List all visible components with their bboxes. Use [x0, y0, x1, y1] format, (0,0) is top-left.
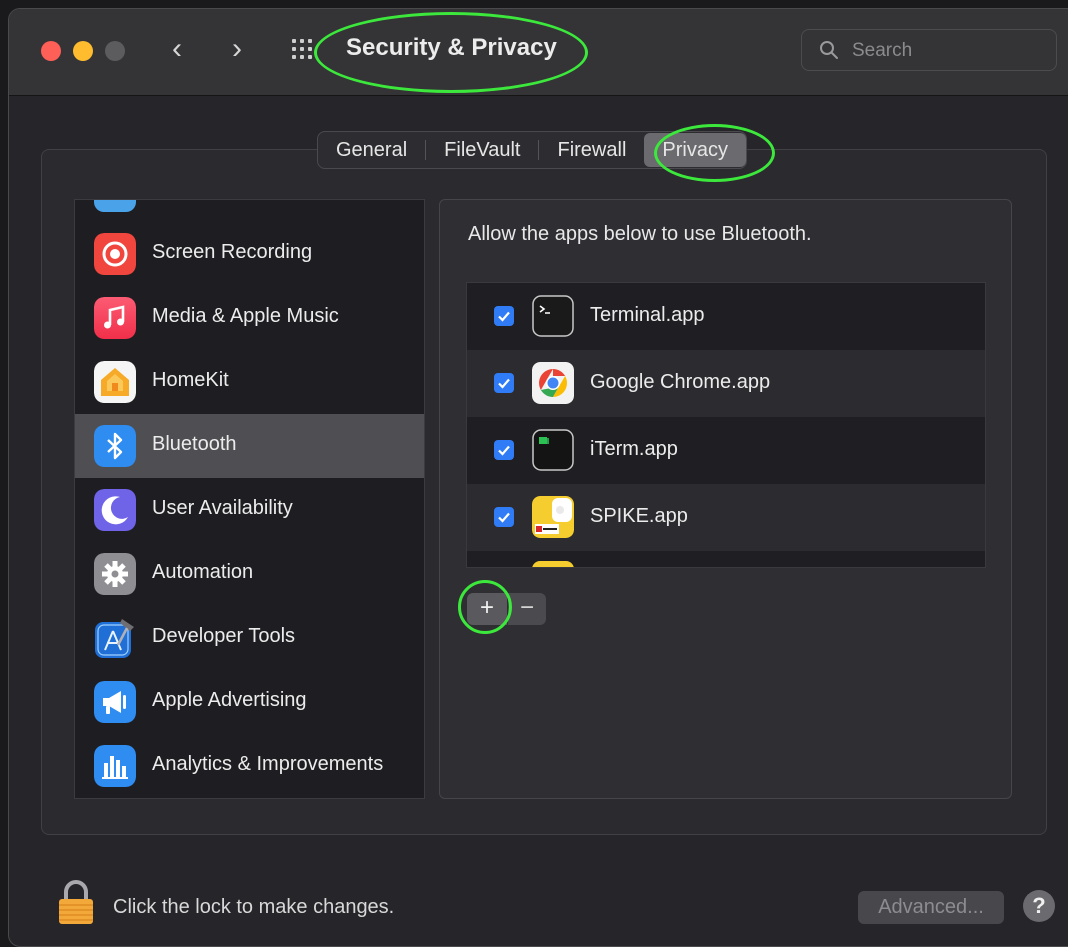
app-list[interactable]: Terminal.app Google Chrome.app iTerm.app…: [466, 282, 986, 568]
music-icon: [94, 297, 136, 339]
search-icon: [820, 41, 838, 59]
app-name: Google Chrome.app: [590, 371, 771, 393]
sidebar-item-user-availability[interactable]: User Availability: [75, 478, 424, 542]
app-name: iTerm.app: [590, 438, 678, 460]
sidebar-item-label: Analytics & Improvements: [152, 753, 384, 775]
close-button[interactable]: [41, 41, 61, 61]
gear-icon: [94, 553, 136, 595]
app-row-google-chrome: Google Chrome.app: [467, 350, 985, 417]
sidebar-item-label: Automation: [152, 561, 254, 583]
sidebar-item-label: Media & Apple Music: [152, 305, 339, 327]
sidebar-item-apple-advertising[interactable]: Apple Advertising: [75, 670, 424, 734]
sidebar-item-label: User Availability: [152, 497, 293, 519]
bluetooth-icon: [94, 425, 136, 467]
bar-chart-icon: [94, 745, 136, 787]
app-checkbox[interactable]: [494, 306, 514, 326]
megaphone-icon: [94, 681, 136, 723]
tab-general[interactable]: General: [318, 132, 425, 168]
help-button[interactable]: ?: [1023, 890, 1055, 922]
sidebar-item-label: Bluetooth: [152, 433, 237, 455]
developer-tools-icon: [95, 619, 134, 658]
lock-icon[interactable]: [57, 879, 95, 925]
search-input[interactable]: [850, 36, 1044, 66]
iterm-icon: [532, 429, 574, 471]
tab-filevault[interactable]: FileVault: [426, 132, 538, 168]
tab-privacy[interactable]: Privacy: [644, 133, 746, 167]
tab-bar: General FileVault Firewall Privacy: [317, 131, 747, 169]
back-chevron-icon[interactable]: ‹: [172, 33, 182, 65]
title-bar: ‹ › Security & Privacy: [9, 9, 1068, 96]
partial-category-icon: [94, 200, 136, 212]
sidebar-item-screen-recording[interactable]: Screen Recording: [75, 222, 424, 286]
sidebar-item-label: Developer Tools: [152, 625, 296, 647]
bluetooth-detail-panel: Allow the apps below to use Bluetooth. T…: [439, 199, 1012, 799]
privacy-category-list[interactable]: Screen Recording Media & Apple Music Hom…: [74, 199, 425, 799]
sidebar-item-homekit[interactable]: HomeKit: [75, 350, 424, 414]
chrome-icon: [532, 362, 574, 404]
app-checkbox[interactable]: [494, 440, 514, 460]
app-name: SPIKE.app: [590, 505, 688, 527]
lock-message: Click the lock to make changes.: [113, 896, 395, 918]
app-row-terminal: Terminal.app: [467, 283, 985, 350]
minimize-button[interactable]: [73, 41, 93, 61]
partial-app-icon: [532, 561, 574, 567]
app-checkbox[interactable]: [494, 507, 514, 527]
sidebar-item-developer-tools[interactable]: Developer Tools: [75, 606, 424, 670]
spike-icon: [532, 496, 574, 538]
sidebar-item-automation[interactable]: Automation: [75, 542, 424, 606]
panel-description: Allow the apps below to use Bluetooth.: [468, 223, 812, 245]
terminal-icon: [532, 295, 574, 337]
moon-icon: [94, 489, 136, 531]
sidebar-item-bluetooth[interactable]: Bluetooth: [75, 414, 424, 478]
tab-firewall[interactable]: Firewall: [539, 132, 644, 168]
app-checkbox[interactable]: [494, 373, 514, 393]
forward-chevron-icon[interactable]: ›: [232, 33, 242, 65]
homekit-icon: [94, 361, 136, 403]
add-app-button[interactable]: +: [467, 593, 507, 625]
sidebar-item-media-apple-music[interactable]: Media & Apple Music: [75, 286, 424, 350]
sidebar-item-label: Screen Recording: [152, 241, 313, 263]
search-field[interactable]: [801, 29, 1057, 71]
sidebar-item-analytics-improvements[interactable]: Analytics & Improvements: [75, 734, 424, 798]
sidebar-item-label: HomeKit: [152, 369, 229, 391]
zoom-button[interactable]: [105, 41, 125, 61]
sidebar-item-label: Apple Advertising: [152, 689, 307, 711]
window-title: Security & Privacy: [346, 34, 557, 61]
app-row-iterm: iTerm.app: [467, 417, 985, 484]
app-name: Terminal.app: [590, 304, 705, 326]
screen-recording-icon: [94, 233, 136, 275]
advanced-button[interactable]: Advanced...: [858, 891, 1004, 924]
remove-app-button[interactable]: −: [508, 593, 546, 625]
security-privacy-window: ‹ › Security & Privacy General FileVault…: [8, 8, 1068, 947]
show-all-grid-icon[interactable]: [292, 39, 316, 63]
app-row-spike: SPIKE.app: [467, 484, 985, 551]
